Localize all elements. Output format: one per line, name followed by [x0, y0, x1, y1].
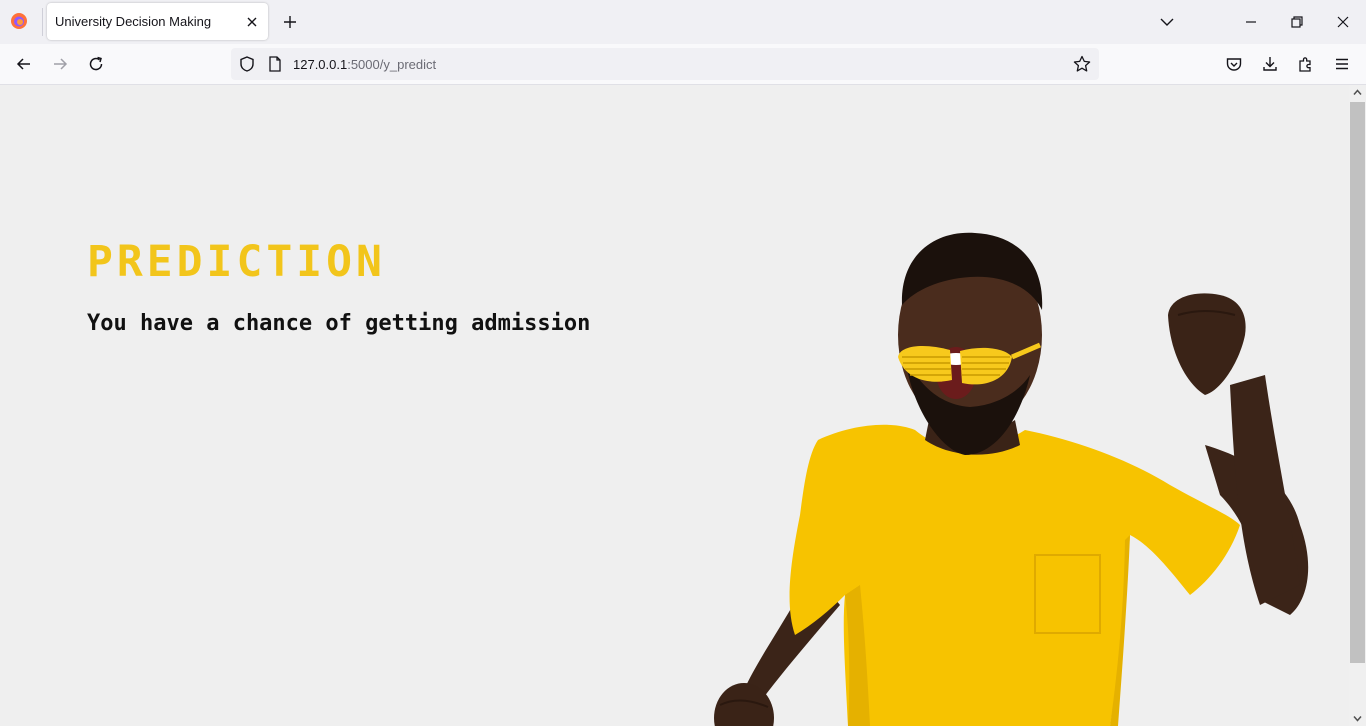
prediction-result: You have a chance of getting admission — [87, 311, 591, 336]
chevron-down-icon[interactable] — [1157, 12, 1177, 32]
page-viewport: PREDICTION You have a chance of getting … — [0, 85, 1349, 726]
scrollbar-thumb[interactable] — [1350, 102, 1365, 663]
download-icon[interactable] — [1260, 54, 1280, 74]
url-text[interactable]: 127.0.0.1:5000/y_predict — [293, 57, 436, 72]
firefox-icon[interactable] — [9, 11, 29, 31]
reload-icon[interactable] — [86, 54, 106, 74]
url-bar[interactable]: 127.0.0.1:5000/y_predict — [231, 48, 1099, 80]
window-close-icon[interactable] — [1333, 12, 1353, 32]
plus-icon[interactable] — [280, 12, 300, 32]
arrow-left-icon[interactable] — [14, 54, 34, 74]
tab-active[interactable]: University Decision Making — [47, 3, 268, 40]
tab-title: University Decision Making — [55, 14, 212, 29]
page-icon[interactable] — [267, 55, 283, 73]
nav-bar: 127.0.0.1:5000/y_predict — [0, 44, 1366, 85]
minimize-icon[interactable] — [1241, 12, 1261, 32]
pocket-icon[interactable] — [1224, 54, 1244, 74]
vertical-scrollbar[interactable] — [1349, 85, 1366, 726]
puzzle-icon[interactable] — [1296, 54, 1316, 74]
tab-strip: University Decision Making — [0, 0, 1366, 44]
url-path: :5000/y_predict — [347, 57, 437, 72]
close-icon[interactable] — [244, 14, 260, 30]
star-icon[interactable] — [1072, 54, 1092, 74]
shield-icon[interactable] — [238, 55, 256, 73]
tab-separator — [42, 8, 43, 36]
page-heading: PREDICTION — [87, 237, 386, 287]
scroll-down-arrow-icon[interactable] — [1352, 713, 1363, 724]
restore-icon[interactable] — [1287, 12, 1307, 32]
url-host: 127.0.0.1 — [293, 57, 348, 72]
arrow-right-icon[interactable] — [50, 54, 70, 74]
scroll-up-arrow-icon[interactable] — [1352, 87, 1363, 98]
celebrating-man-image — [714, 232, 1309, 726]
hamburger-icon[interactable] — [1332, 54, 1352, 74]
